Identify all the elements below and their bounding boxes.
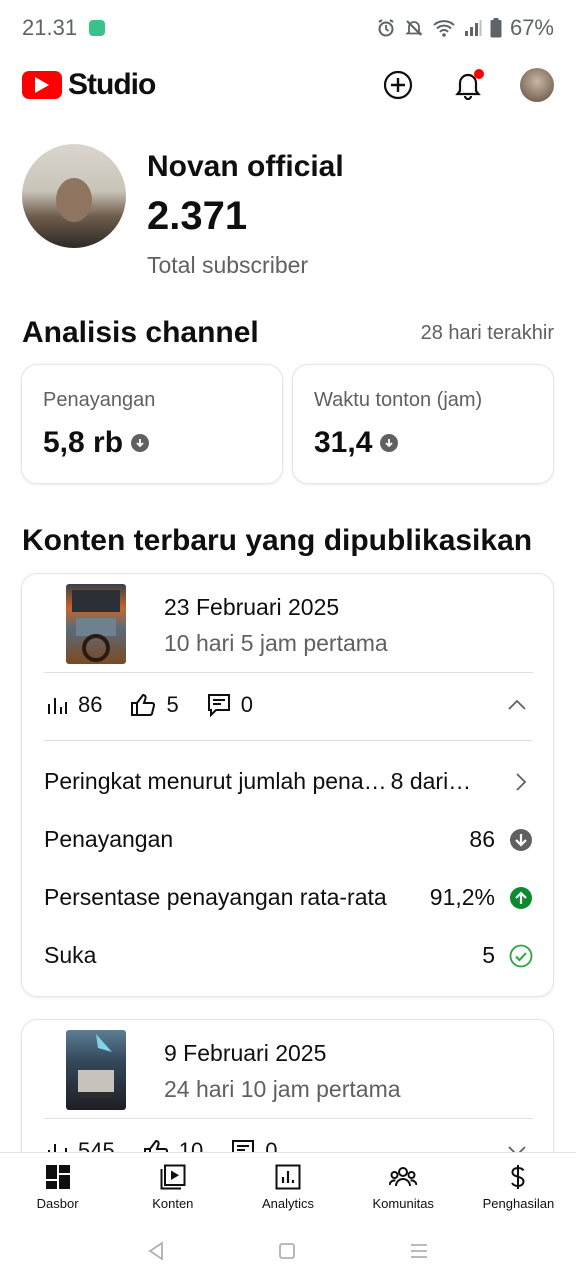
status-bar: 21.31 67% — [0, 0, 576, 56]
nav-earn[interactable]: Penghasilan — [461, 1153, 576, 1222]
views-value: 5,8 rb — [43, 426, 124, 459]
views-row-value: 86 — [469, 826, 495, 852]
ranking-value: 8 dari… — [390, 768, 472, 794]
likes-row: Suka 5 — [44, 942, 533, 969]
youtube-studio-logo[interactable]: Studio — [22, 68, 156, 102]
watch-time-label: Waktu tonton (jam) — [314, 389, 483, 411]
recent-content-title: Konten terbaru yang dipublikasikan — [22, 524, 533, 557]
video-date: 9 Februari 2025 — [164, 1040, 327, 1066]
video-card[interactable]: 9 Februari 2025 24 hari 10 jam pertama 5… — [21, 1019, 554, 1169]
analytics-title: Analisis channel — [22, 316, 259, 349]
channel-profile: Novan official 2.371 Total subscriber — [22, 142, 562, 282]
wifi-icon — [433, 20, 455, 37]
analytics-header: Analisis channel 28 hari terakhir — [22, 316, 554, 350]
dashboard-icon — [45, 1165, 70, 1189]
like-icon — [131, 693, 156, 716]
views-label: Penayangan — [43, 389, 156, 411]
avg-percentage-value: 91,2% — [429, 884, 495, 910]
trend-up-icon — [510, 886, 532, 909]
views-card[interactable]: Penayangan 5,8 rb — [21, 364, 283, 484]
app-bar-actions — [380, 67, 554, 103]
nav-earn-label: Penghasilan — [482, 1196, 555, 1211]
watch-time-value: 31,4 — [314, 426, 373, 459]
video-thumbnail[interactable] — [66, 584, 126, 664]
trend-down-icon — [131, 434, 150, 452]
nav-dashboard[interactable]: Dasbor — [0, 1153, 115, 1222]
video-thumbnail[interactable] — [66, 1030, 126, 1110]
video-period: 24 hari 10 jam pertama — [164, 1076, 401, 1102]
notifications-button[interactable] — [450, 67, 486, 103]
app-notification-icon — [89, 20, 106, 36]
video-likes: 5 — [166, 692, 179, 717]
add-circle-icon — [383, 70, 413, 100]
watch-time-card[interactable]: Waktu tonton (jam) 31,4 — [292, 364, 554, 484]
nav-analytics[interactable]: Analytics — [230, 1153, 345, 1222]
comment-icon — [207, 694, 230, 717]
ranking-row[interactable]: Peringkat menurut jumlah pena… 8 dari… — [44, 768, 533, 795]
subscriber-count: 2.371 — [147, 194, 248, 238]
battery-percent: 67% — [509, 15, 554, 40]
notification-badge — [474, 69, 484, 79]
youtube-play-icon — [22, 71, 62, 99]
nav-community-label: Komunitas — [372, 1196, 434, 1211]
divider — [44, 672, 533, 673]
earn-icon — [511, 1165, 525, 1189]
nav-dashboard-label: Dasbor — [36, 1196, 79, 1211]
video-date: 23 Februari 2025 — [164, 594, 340, 620]
chevron-right-icon — [516, 772, 527, 791]
views-row: Penayangan 86 — [44, 826, 533, 853]
recents-icon[interactable] — [409, 1242, 429, 1260]
back-icon[interactable] — [147, 1241, 165, 1261]
divider — [44, 1118, 533, 1119]
trend-down-icon — [510, 828, 532, 851]
video-comments: 0 — [240, 692, 253, 717]
signal-icon — [464, 20, 482, 36]
avg-percentage-row: Persentase penayangan rata-rata 91,2% — [44, 884, 533, 911]
status-time: 21.31 — [22, 15, 78, 40]
analytics-icon — [275, 1164, 301, 1190]
video-views: 86 — [78, 692, 103, 717]
divider — [44, 740, 533, 741]
video-stats: 86 5 0 — [46, 692, 533, 718]
nav-content-label: Konten — [152, 1196, 194, 1211]
views-bars-icon — [48, 698, 67, 714]
alarm-icon — [378, 19, 394, 37]
app-name: Studio — [68, 68, 156, 101]
app-bar: Studio — [0, 56, 576, 114]
ranking-label: Peringkat menurut jumlah pena… — [44, 768, 387, 794]
bottom-navigation: Dasbor Konten Analytics Komunitas Pengha… — [0, 1152, 576, 1222]
system-navigation — [0, 1222, 576, 1280]
home-icon[interactable] — [278, 1242, 296, 1260]
content-icon — [160, 1164, 186, 1190]
views-row-label: Penayangan — [44, 826, 174, 852]
video-period: 10 hari 5 jam pertama — [164, 630, 388, 656]
collapse-chevron-icon[interactable] — [507, 699, 527, 711]
nav-community[interactable]: Komunitas — [346, 1153, 461, 1222]
battery-icon — [490, 18, 502, 38]
check-circle-icon — [509, 944, 533, 967]
video-card[interactable]: 23 Februari 2025 10 hari 5 jam pertama 8… — [21, 573, 554, 997]
nav-analytics-label: Analytics — [261, 1196, 315, 1211]
channel-name: Novan official — [147, 150, 344, 183]
subscriber-label: Total subscriber — [147, 252, 309, 278]
avg-percentage-label: Persentase penayangan rata-rata — [44, 884, 387, 910]
likes-row-value: 5 — [482, 942, 495, 968]
community-icon — [389, 1167, 418, 1187]
account-avatar[interactable] — [520, 68, 554, 102]
create-button[interactable] — [380, 67, 416, 103]
analytics-period: 28 hari terakhir — [420, 321, 554, 344]
nav-content[interactable]: Konten — [115, 1153, 230, 1222]
status-icons: 67% — [376, 15, 554, 41]
likes-row-label: Suka — [44, 942, 97, 968]
channel-avatar[interactable] — [22, 144, 126, 248]
mute-icon — [405, 20, 423, 36]
trend-down-icon — [380, 434, 399, 452]
